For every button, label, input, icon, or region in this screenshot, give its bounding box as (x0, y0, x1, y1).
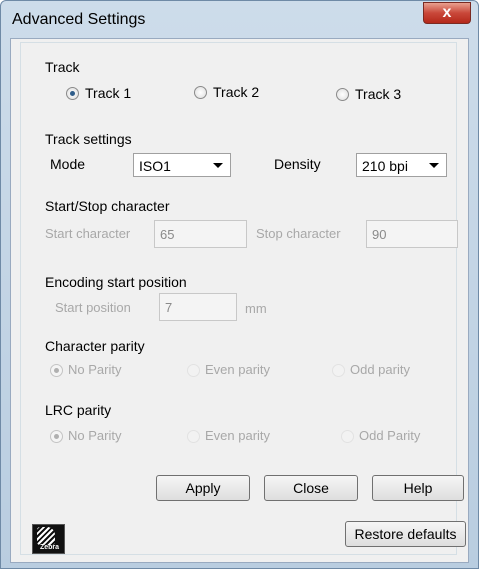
zebra-stripes-icon (37, 527, 55, 545)
chevron-down-icon (429, 163, 439, 168)
title-bar[interactable]: Advanced Settings x (1, 1, 478, 37)
stop-character-value: 90 (372, 227, 387, 242)
lrc-parity-label: LRC parity (45, 402, 112, 418)
radio-track-2-label: Track 2 (213, 84, 260, 100)
close-window-button[interactable]: x (423, 2, 471, 24)
radio-char-odd-parity-label: Odd parity (350, 362, 410, 377)
radio-track-3-label: Track 3 (355, 86, 402, 102)
radio-char-no-parity-label: No Parity (68, 362, 122, 377)
mode-select[interactable]: ISO1 (133, 153, 231, 177)
radio-char-odd-parity-circle[interactable] (332, 364, 345, 377)
mode-value: ISO1 (139, 158, 171, 174)
apply-button[interactable]: Apply (156, 475, 250, 501)
stop-character-input[interactable]: 90 (366, 220, 458, 248)
dialog-client-area: Track Track 1 Track 2 Track 3 Track sett… (10, 38, 469, 563)
radio-char-no-parity-circle[interactable] (50, 364, 63, 377)
radio-lrc-odd-parity-label: Odd Parity (359, 428, 421, 443)
density-label: Density (274, 156, 321, 172)
radio-track-1-circle[interactable] (66, 87, 79, 100)
advanced-settings-window: Advanced Settings x Track Track 1 Track … (0, 0, 479, 569)
window-title: Advanced Settings (12, 11, 146, 28)
zebra-logo-icon: Zebra (32, 524, 65, 554)
encoding-start-label: Encoding start position (45, 274, 187, 290)
start-position-input[interactable]: 7 (159, 293, 237, 321)
radio-lrc-odd-parity-circle[interactable] (341, 430, 354, 443)
radio-lrc-no-parity-circle[interactable] (50, 430, 63, 443)
radio-track-2-circle[interactable] (194, 86, 207, 99)
start-position-unit: mm (245, 301, 267, 316)
start-character-value: 65 (160, 227, 175, 242)
stop-character-label: Stop character (256, 226, 341, 241)
density-value: 210 bpi (362, 158, 408, 174)
close-button[interactable]: Close (264, 475, 358, 501)
density-select[interactable]: 210 bpi (356, 153, 447, 177)
radio-track-1-label: Track 1 (85, 85, 132, 101)
track-section-label: Track (45, 59, 80, 75)
radio-track-3-circle[interactable] (336, 88, 349, 101)
radio-lrc-even-parity-circle[interactable] (187, 430, 200, 443)
restore-defaults-button[interactable]: Restore defaults (345, 521, 466, 547)
track-settings-label: Track settings (45, 131, 132, 147)
start-position-label: Start position (55, 300, 131, 315)
radio-lrc-even-parity-label: Even parity (205, 428, 271, 443)
help-button[interactable]: Help (372, 475, 464, 501)
settings-panel: Track Track 1 Track 2 Track 3 Track sett… (20, 42, 466, 555)
mode-label: Mode (50, 156, 86, 172)
start-stop-label: Start/Stop character (45, 198, 170, 214)
chevron-down-icon (213, 163, 223, 168)
radio-char-even-parity-circle[interactable] (187, 364, 200, 377)
start-position-value: 7 (165, 300, 173, 315)
radio-char-even-parity-label: Even parity (205, 362, 271, 377)
start-character-label: Start character (45, 226, 131, 241)
logo-text: Zebra (39, 544, 60, 551)
start-character-input[interactable]: 65 (154, 220, 247, 248)
character-parity-label: Character parity (45, 338, 145, 354)
radio-lrc-no-parity-label: No Parity (68, 428, 122, 443)
close-icon: x (442, 4, 452, 21)
